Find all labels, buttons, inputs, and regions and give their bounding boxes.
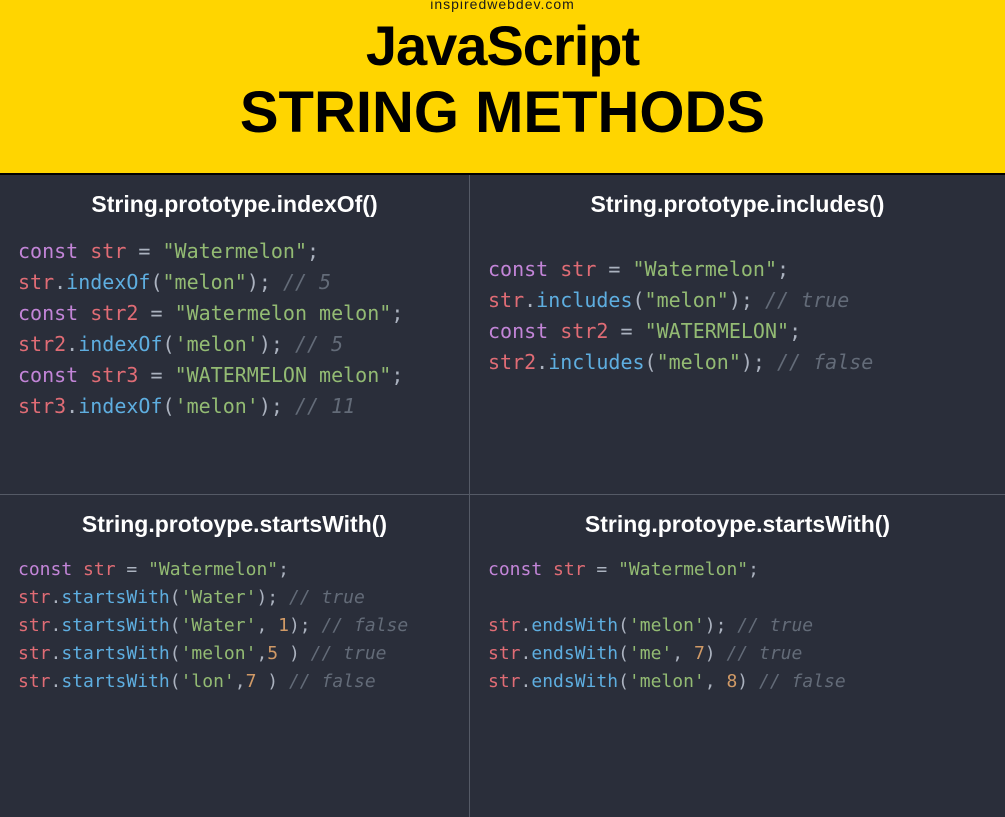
- methods-grid: String.prototype.indexOf() const str = "…: [0, 175, 1005, 817]
- cell-endswith: String.protoype.startsWith() const str =…: [470, 495, 1005, 817]
- cell-indexof: String.prototype.indexOf() const str = "…: [0, 175, 470, 495]
- cell-title: String.prototype.indexOf(): [18, 191, 451, 218]
- code-block: const str = "Watermelon"; str.indexOf("m…: [18, 236, 451, 422]
- cell-includes: String.prototype.includes() const str = …: [470, 175, 1005, 495]
- code-block: const str = "Watermelon"; str.endsWith('…: [488, 556, 987, 695]
- cell-title: String.protoype.startsWith(): [18, 511, 451, 538]
- cell-title: String.protoype.startsWith(): [488, 511, 987, 538]
- code-block: const str = "Watermelon"; str.startsWith…: [18, 556, 451, 695]
- code-block: const str = "Watermelon"; str.includes("…: [488, 236, 987, 378]
- cell-startswith: String.protoype.startsWith() const str =…: [0, 495, 470, 817]
- cell-title: String.prototype.includes(): [488, 191, 987, 218]
- header: inspiredwebdev.com JavaScript STRING MET…: [0, 0, 1005, 175]
- title-line-2: STRING METHODS: [0, 74, 1005, 142]
- watermark-text: inspiredwebdev.com: [430, 0, 575, 12]
